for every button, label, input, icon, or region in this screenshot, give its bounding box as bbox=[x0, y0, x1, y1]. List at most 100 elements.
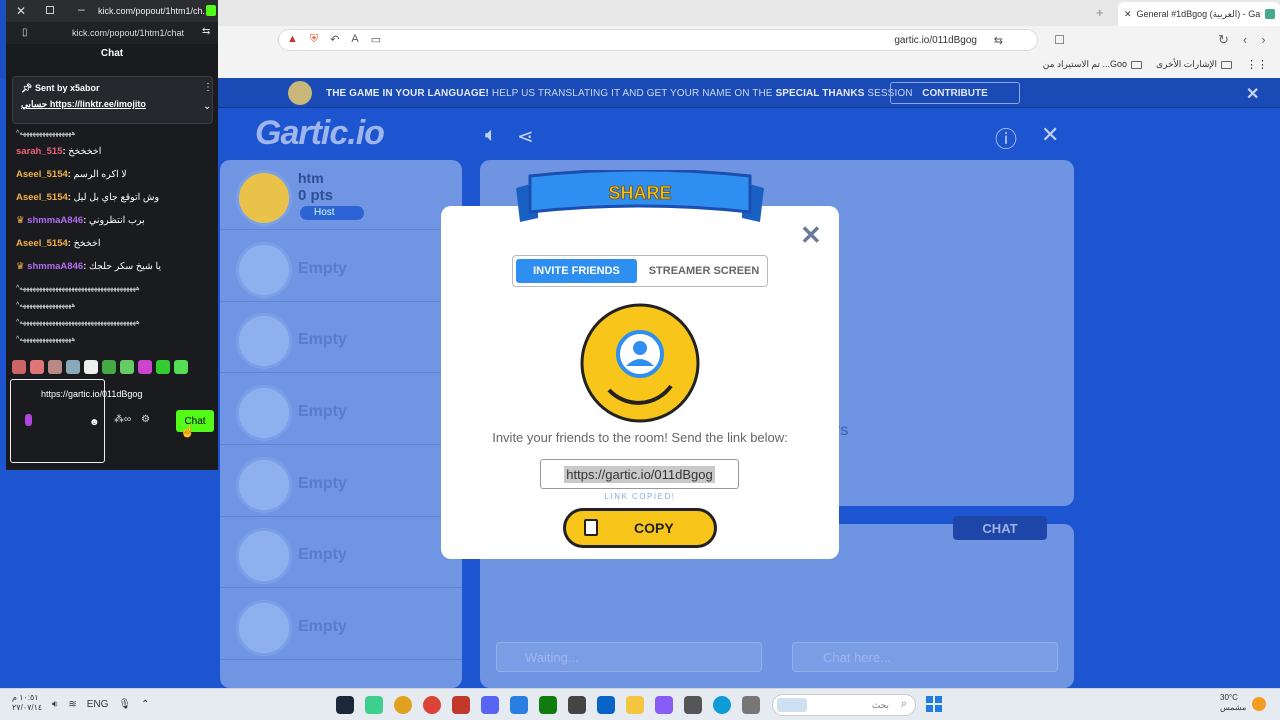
outlook-icon[interactable] bbox=[597, 696, 615, 714]
weather-widget[interactable]: 30°C مشمس bbox=[1220, 693, 1246, 713]
avatar bbox=[236, 170, 292, 226]
emote-icon[interactable] bbox=[84, 360, 98, 374]
chat-message-input[interactable]: https://gartic.io/011dBgog ☻ bbox=[10, 379, 142, 463]
chat-tab[interactable]: CHAT bbox=[953, 516, 1047, 540]
url-text[interactable]: gartic.io/011dBgog bbox=[894, 35, 977, 46]
chat-username[interactable]: shmmaA846 bbox=[27, 215, 83, 226]
microphone-icon[interactable]: 🎙︎ bbox=[118, 699, 131, 710]
chat-username[interactable]: shmmaA846 bbox=[27, 261, 83, 272]
bookmark-imported[interactable]: تم الاستيراد من ...Goo bbox=[1043, 59, 1143, 70]
taskbar-search[interactable]: بحث ⌕ bbox=[772, 694, 916, 716]
info-icon[interactable]: ⓘ bbox=[995, 122, 1017, 154]
brave-shield-icon[interactable]: ⛨ bbox=[310, 33, 318, 46]
players-list: htm 0 pts Host Empty Empty Empty Empty E… bbox=[220, 160, 462, 688]
app-dark-icon[interactable] bbox=[568, 696, 586, 714]
copy-button[interactable]: COPY bbox=[563, 508, 717, 548]
search-icon: ⌕ bbox=[900, 698, 907, 710]
emote-icon[interactable] bbox=[30, 360, 44, 374]
chevron-down-icon[interactable]: ⌄ bbox=[203, 101, 211, 112]
translate-badge-icon bbox=[288, 81, 312, 105]
exit-icon[interactable]: ✕ bbox=[1041, 122, 1059, 154]
browser-tab-active[interactable]: ✕ General #1dBgog (العربية) - Ga bbox=[1118, 2, 1280, 26]
site-settings-icon[interactable]: ⇆ bbox=[994, 34, 1003, 47]
maximize-icon[interactable] bbox=[46, 6, 54, 14]
pinned-link[interactable]: https://linktr.ee/imojito bbox=[50, 99, 146, 109]
app-active-icon[interactable] bbox=[510, 696, 528, 714]
link-copied-label: LINK COPIED! bbox=[604, 492, 676, 501]
wifi-icon[interactable]: ≋ bbox=[68, 699, 76, 710]
extension-triangle-icon[interactable]: ▲ bbox=[287, 33, 298, 46]
crown-badge-icon: ♛ bbox=[16, 215, 25, 226]
microphone-icon[interactable] bbox=[25, 414, 32, 426]
emote-icon[interactable] bbox=[48, 360, 62, 374]
site-info-icon[interactable]: ▯ bbox=[22, 27, 28, 38]
app-green-icon[interactable] bbox=[365, 696, 383, 714]
chrome-icon[interactable] bbox=[394, 696, 412, 714]
popout-title: kick.com/popout/1htm1/ch... bbox=[98, 6, 211, 16]
close-icon[interactable]: ✕ bbox=[16, 4, 26, 18]
share-link-field[interactable]: https://gartic.io/011dBgog bbox=[540, 459, 739, 489]
avatar-placeholder-icon bbox=[236, 600, 292, 656]
chat-message: Aseel_5154: اخخخخ bbox=[16, 238, 101, 249]
contribute-button[interactable]: CONTRIBUTE bbox=[890, 82, 1020, 104]
minimize-icon[interactable]: – bbox=[78, 2, 85, 16]
sound-icon[interactable]: 🔈︎ bbox=[485, 124, 497, 149]
screen-icon[interactable]: ▭ bbox=[371, 33, 381, 46]
chat-username[interactable]: sarah_515 bbox=[16, 146, 62, 157]
connections-icon[interactable]: ⁂∞ bbox=[114, 414, 131, 425]
gear-icon[interactable]: ⚙ bbox=[141, 414, 150, 425]
chevron-up-icon[interactable]: ⌃ bbox=[141, 699, 149, 710]
emote-icon[interactable] bbox=[138, 360, 152, 374]
bookmarks-menu-icon[interactable]: ⋮⋮ bbox=[1246, 58, 1268, 71]
emote-icon[interactable] bbox=[102, 360, 116, 374]
discord-icon[interactable] bbox=[481, 696, 499, 714]
windows-start-icon[interactable] bbox=[926, 696, 942, 712]
task-view-icon[interactable] bbox=[742, 696, 760, 714]
edge-icon[interactable] bbox=[713, 696, 731, 714]
share-title: SHARE bbox=[608, 183, 671, 203]
forward-icon[interactable]: › bbox=[1261, 32, 1265, 48]
settings-toggle-icon[interactable]: ⇆ bbox=[202, 26, 210, 37]
bookmark-star-icon[interactable]: ☐ bbox=[1054, 33, 1065, 47]
back-icon[interactable]: ‹ bbox=[1243, 32, 1247, 48]
tab-streamer-screen[interactable]: STREAMER SCREEN bbox=[643, 259, 765, 283]
xbox-icon[interactable] bbox=[539, 696, 557, 714]
reload-icon[interactable]: ↻ bbox=[1218, 32, 1229, 48]
address-bar[interactable]: ▲ ⛨ ↶ A ▭ gartic.io/011dBgog ⇆ ☐ bbox=[278, 29, 1065, 51]
clock[interactable]: ١٠:٥١ م ٢٧/٠٧/١٤ bbox=[12, 693, 42, 713]
share-icon[interactable]: ⋖ bbox=[517, 124, 534, 149]
player-slot-host[interactable]: htm 0 pts Host bbox=[220, 160, 462, 230]
volume-icon[interactable]: 🔉︎ bbox=[52, 699, 58, 710]
modal-close-icon[interactable]: ✕ bbox=[800, 220, 822, 251]
chat-username[interactable]: Aseel_5154 bbox=[16, 169, 68, 180]
chat-username[interactable]: Aseel_5154 bbox=[16, 238, 68, 249]
answer-input[interactable]: Waiting... bbox=[496, 642, 762, 672]
tab-close-icon[interactable]: ✕ bbox=[1124, 9, 1132, 20]
chat-username[interactable]: Aseel_5154 bbox=[16, 192, 68, 203]
banner-close-icon[interactable]: ✕ bbox=[1246, 84, 1259, 104]
tab-invite-friends[interactable]: INVITE FRIENDS bbox=[516, 259, 637, 283]
gartic-logo: Gartic.io bbox=[255, 114, 385, 152]
store-icon[interactable] bbox=[684, 696, 702, 714]
emote-icon[interactable] bbox=[120, 360, 134, 374]
chat-input[interactable]: Chat here... bbox=[792, 642, 1058, 672]
language-indicator[interactable]: ENG bbox=[87, 699, 109, 710]
bookmark-other[interactable]: الإشارات الأخرى bbox=[1156, 59, 1232, 70]
steam-icon[interactable] bbox=[336, 696, 354, 714]
emote-icon[interactable] bbox=[156, 360, 170, 374]
tool-icon[interactable] bbox=[452, 696, 470, 714]
file-explorer-icon[interactable] bbox=[626, 696, 644, 714]
emote-icon[interactable] bbox=[66, 360, 80, 374]
host-badge: Host bbox=[300, 206, 364, 220]
emoji-icon[interactable]: ☻ bbox=[89, 416, 100, 429]
emote-icon[interactable] bbox=[174, 360, 188, 374]
copilot-icon[interactable] bbox=[655, 696, 673, 714]
undo-icon[interactable]: ↶ bbox=[330, 33, 339, 46]
emote-icon[interactable] bbox=[12, 360, 26, 374]
new-tab-button[interactable]: + bbox=[1096, 5, 1104, 20]
chrome-alt-icon[interactable] bbox=[423, 696, 441, 714]
share-tabs: INVITE FRIENDS STREAMER SCREEN bbox=[512, 255, 768, 287]
more-icon[interactable]: ⋮ bbox=[203, 82, 213, 93]
translate-icon[interactable]: A bbox=[351, 33, 358, 46]
chat-message: ^ههههههههههههههههه bbox=[16, 130, 76, 137]
